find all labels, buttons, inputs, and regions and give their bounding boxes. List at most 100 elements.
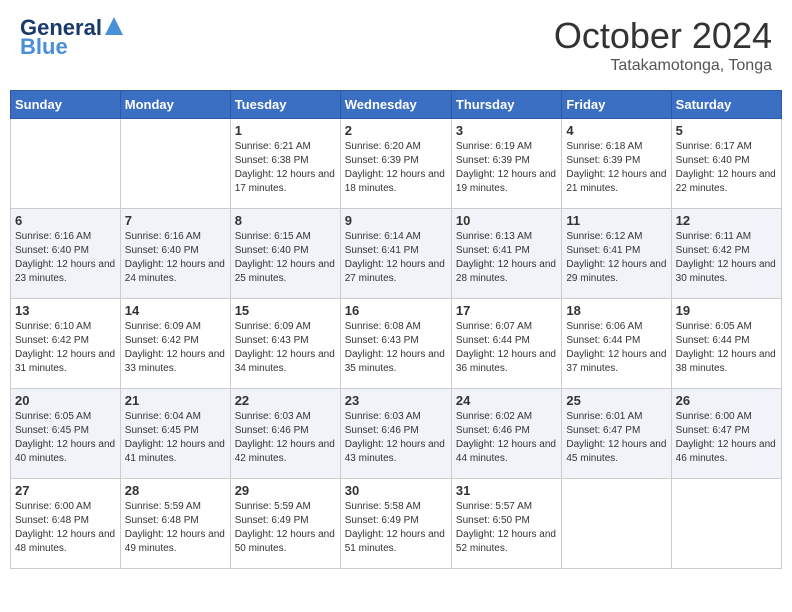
day-number: 23 xyxy=(345,393,447,408)
day-number: 24 xyxy=(456,393,557,408)
calendar-table: SundayMondayTuesdayWednesdayThursdayFrid… xyxy=(10,90,782,569)
calendar-cell: 25Sunrise: 6:01 AM Sunset: 6:47 PM Dayli… xyxy=(562,389,671,479)
day-info: Sunrise: 6:05 AM Sunset: 6:44 PM Dayligh… xyxy=(676,320,777,376)
day-info: Sunrise: 6:04 AM Sunset: 6:45 PM Dayligh… xyxy=(125,410,226,466)
calendar-week-row: 27 Sunrise: 6:00 AM Sunset: 6:48 PM Dayli… xyxy=(11,479,782,569)
calendar-cell: 21 Sunrise: 6:04 AM Sunset: 6:45 PM Dayli… xyxy=(120,389,230,479)
day-number: 8 xyxy=(235,213,336,228)
weekday-header-row: SundayMondayTuesdayWednesdayThursdayFrid… xyxy=(11,91,782,119)
day-info: Sunrise: 6:20 AM Sunset: 6:39 PM Dayligh… xyxy=(345,140,447,196)
calendar-cell: 7 Sunrise: 6:16 AM Sunset: 6:40 PM Daylig… xyxy=(120,209,230,299)
day-info: Sunrise: 6:08 AM Sunset: 6:43 PM Dayligh… xyxy=(345,320,447,376)
calendar-cell xyxy=(11,119,121,209)
weekday-header-sunday: Sunday xyxy=(11,91,121,119)
day-info: Sunrise: 6:16 AM Sunset: 6:40 PM Dayligh… xyxy=(125,230,226,286)
day-info: Sunrise: 5:57 AM Sunset: 6:50 PM Dayligh… xyxy=(456,500,557,556)
day-number: 13 xyxy=(15,303,116,318)
calendar-cell: 19 Sunrise: 6:05 AM Sunset: 6:44 PM Dayli… xyxy=(671,299,781,389)
day-number: 22 xyxy=(235,393,336,408)
calendar-cell xyxy=(562,479,671,569)
day-number: 19 xyxy=(676,303,777,318)
calendar-cell: 29 Sunrise: 5:59 AM Sunset: 6:49 PM Dayli… xyxy=(230,479,340,569)
calendar-cell: 27 Sunrise: 6:00 AM Sunset: 6:48 PM Dayli… xyxy=(11,479,121,569)
calendar-cell: 13Sunrise: 6:10 AM Sunset: 6:42 PM Dayli… xyxy=(11,299,121,389)
day-info: Sunrise: 6:16 AM Sunset: 6:40 PM Dayligh… xyxy=(15,230,116,286)
calendar-cell: 28 Sunrise: 5:59 AM Sunset: 6:48 PM Dayli… xyxy=(120,479,230,569)
day-info: Sunrise: 6:00 AM Sunset: 6:47 PM Dayligh… xyxy=(676,410,777,466)
calendar-cell: 15Sunrise: 6:09 AM Sunset: 6:43 PM Dayli… xyxy=(230,299,340,389)
day-info: Sunrise: 5:59 AM Sunset: 6:49 PM Dayligh… xyxy=(235,500,336,556)
title-area: October 2024 Tatakamotonga, Tonga xyxy=(554,15,772,75)
weekday-header-friday: Friday xyxy=(562,91,671,119)
day-info: Sunrise: 6:02 AM Sunset: 6:46 PM Dayligh… xyxy=(456,410,557,466)
day-number: 12 xyxy=(676,213,777,228)
day-info: Sunrise: 5:59 AM Sunset: 6:48 PM Dayligh… xyxy=(125,500,226,556)
day-info: Sunrise: 6:05 AM Sunset: 6:45 PM Dayligh… xyxy=(15,410,116,466)
calendar-cell: 18Sunrise: 6:06 AM Sunset: 6:44 PM Dayli… xyxy=(562,299,671,389)
day-number: 27 xyxy=(15,483,116,498)
calendar-cell: 24 Sunrise: 6:02 AM Sunset: 6:46 PM Dayli… xyxy=(451,389,561,479)
day-number: 3 xyxy=(456,123,557,138)
page-header: General Blue October 2024 Tatakamotonga,… xyxy=(10,10,782,80)
day-info: Sunrise: 6:03 AM Sunset: 6:46 PM Dayligh… xyxy=(345,410,447,466)
weekday-header-thursday: Thursday xyxy=(451,91,561,119)
day-number: 11 xyxy=(566,213,666,228)
day-number: 5 xyxy=(676,123,777,138)
day-number: 9 xyxy=(345,213,447,228)
calendar-cell: 6Sunrise: 6:16 AM Sunset: 6:40 PM Daylig… xyxy=(11,209,121,299)
calendar-cell: 26 Sunrise: 6:00 AM Sunset: 6:47 PM Dayli… xyxy=(671,389,781,479)
day-number: 31 xyxy=(456,483,557,498)
calendar-cell: 23 Sunrise: 6:03 AM Sunset: 6:46 PM Dayli… xyxy=(340,389,451,479)
calendar-cell: 10 Sunrise: 6:13 AM Sunset: 6:41 PM Dayli… xyxy=(451,209,561,299)
day-number: 29 xyxy=(235,483,336,498)
weekday-header-saturday: Saturday xyxy=(671,91,781,119)
day-number: 25 xyxy=(566,393,666,408)
day-number: 14 xyxy=(125,303,226,318)
day-number: 18 xyxy=(566,303,666,318)
day-number: 7 xyxy=(125,213,226,228)
day-info: Sunrise: 6:09 AM Sunset: 6:42 PM Dayligh… xyxy=(125,320,226,376)
logo-icon xyxy=(105,17,123,35)
day-info: Sunrise: 6:11 AM Sunset: 6:42 PM Dayligh… xyxy=(676,230,777,286)
calendar-cell: 17 Sunrise: 6:07 AM Sunset: 6:44 PM Dayli… xyxy=(451,299,561,389)
calendar-cell: 3Sunrise: 6:19 AM Sunset: 6:39 PM Daylig… xyxy=(451,119,561,209)
calendar-cell: 12 Sunrise: 6:11 AM Sunset: 6:42 PM Dayli… xyxy=(671,209,781,299)
calendar-cell xyxy=(671,479,781,569)
location-subtitle: Tatakamotonga, Tonga xyxy=(554,57,772,75)
calendar-cell: 4 Sunrise: 6:18 AM Sunset: 6:39 PM Daylig… xyxy=(562,119,671,209)
calendar-week-row: 20 Sunrise: 6:05 AM Sunset: 6:45 PM Dayli… xyxy=(11,389,782,479)
calendar-cell: 5 Sunrise: 6:17 AM Sunset: 6:40 PM Daylig… xyxy=(671,119,781,209)
calendar-cell: 1Sunrise: 6:21 AM Sunset: 6:38 PM Daylig… xyxy=(230,119,340,209)
day-number: 21 xyxy=(125,393,226,408)
day-info: Sunrise: 6:00 AM Sunset: 6:48 PM Dayligh… xyxy=(15,500,116,556)
day-info: Sunrise: 6:14 AM Sunset: 6:41 PM Dayligh… xyxy=(345,230,447,286)
calendar-cell: 20 Sunrise: 6:05 AM Sunset: 6:45 PM Dayli… xyxy=(11,389,121,479)
day-number: 17 xyxy=(456,303,557,318)
day-info: Sunrise: 6:13 AM Sunset: 6:41 PM Dayligh… xyxy=(456,230,557,286)
day-number: 10 xyxy=(456,213,557,228)
weekday-header-monday: Monday xyxy=(120,91,230,119)
day-info: Sunrise: 6:03 AM Sunset: 6:46 PM Dayligh… xyxy=(235,410,336,466)
day-number: 20 xyxy=(15,393,116,408)
calendar-cell: 30Sunrise: 5:58 AM Sunset: 6:49 PM Dayli… xyxy=(340,479,451,569)
day-number: 26 xyxy=(676,393,777,408)
day-number: 4 xyxy=(566,123,666,138)
day-number: 28 xyxy=(125,483,226,498)
calendar-cell: 2 Sunrise: 6:20 AM Sunset: 6:39 PM Daylig… xyxy=(340,119,451,209)
calendar-week-row: 13Sunrise: 6:10 AM Sunset: 6:42 PM Dayli… xyxy=(11,299,782,389)
weekday-header-wednesday: Wednesday xyxy=(340,91,451,119)
day-info: Sunrise: 6:17 AM Sunset: 6:40 PM Dayligh… xyxy=(676,140,777,196)
calendar-cell: 8Sunrise: 6:15 AM Sunset: 6:40 PM Daylig… xyxy=(230,209,340,299)
day-info: Sunrise: 6:18 AM Sunset: 6:39 PM Dayligh… xyxy=(566,140,666,196)
day-number: 2 xyxy=(345,123,447,138)
day-info: Sunrise: 6:07 AM Sunset: 6:44 PM Dayligh… xyxy=(456,320,557,376)
calendar-week-row: 6Sunrise: 6:16 AM Sunset: 6:40 PM Daylig… xyxy=(11,209,782,299)
day-number: 16 xyxy=(345,303,447,318)
calendar-cell: 14 Sunrise: 6:09 AM Sunset: 6:42 PM Dayli… xyxy=(120,299,230,389)
day-info: Sunrise: 6:12 AM Sunset: 6:41 PM Dayligh… xyxy=(566,230,666,286)
calendar-cell: 9 Sunrise: 6:14 AM Sunset: 6:41 PM Daylig… xyxy=(340,209,451,299)
calendar-week-row: 1Sunrise: 6:21 AM Sunset: 6:38 PM Daylig… xyxy=(11,119,782,209)
day-number: 1 xyxy=(235,123,336,138)
day-number: 30 xyxy=(345,483,447,498)
calendar-cell: 22 Sunrise: 6:03 AM Sunset: 6:46 PM Dayli… xyxy=(230,389,340,479)
